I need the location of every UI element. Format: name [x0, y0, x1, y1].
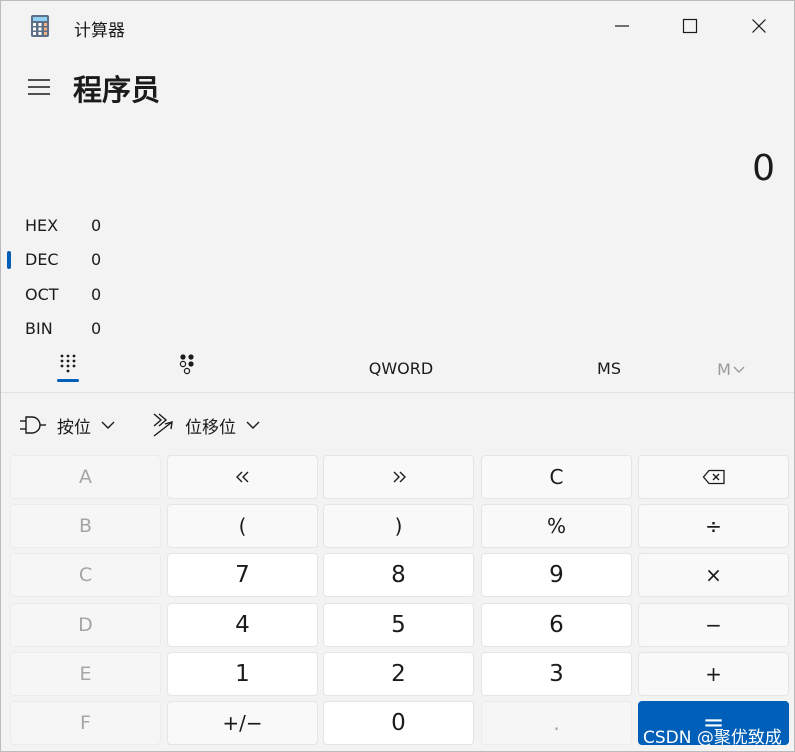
hex-a-key[interactable]: A — [10, 455, 161, 499]
hex-e-key[interactable]: E — [10, 652, 161, 696]
base-row-oct[interactable]: OCT 0 — [1, 280, 301, 310]
divide-key[interactable]: ÷ — [638, 504, 789, 548]
base-value: 0 — [91, 250, 102, 269]
minus-key[interactable]: − — [638, 603, 789, 647]
base-value: 0 — [91, 319, 102, 338]
watermark-text: CSDN @聚优致成 — [643, 728, 782, 748]
chevron-down-icon — [733, 366, 745, 373]
memory-list-button[interactable]: M — [701, 355, 761, 383]
bit-toggle-icon — [179, 354, 194, 375]
bit-shift-icon — [153, 413, 173, 437]
close-button[interactable] — [736, 7, 782, 45]
full-keypad-tab[interactable] — [51, 351, 85, 385]
left-paren-key[interactable]: ( — [167, 504, 318, 548]
one-key[interactable]: 1 — [167, 652, 318, 696]
close-icon — [752, 19, 766, 33]
decimal-key[interactable]: . — [481, 701, 632, 745]
active-tab-underline — [57, 379, 79, 382]
two-key[interactable]: 2 — [323, 652, 474, 696]
result-display: 0 — [752, 148, 775, 189]
left-shift-icon — [235, 471, 248, 483]
base-value: 0 — [91, 216, 102, 235]
hex-d-key[interactable]: D — [10, 603, 161, 647]
maximize-icon — [682, 18, 698, 34]
logic-gate-icon — [20, 416, 46, 434]
clear-key[interactable]: C — [481, 455, 632, 499]
word-size-button[interactable]: QWORD — [341, 355, 461, 383]
base-label: OCT — [25, 285, 59, 304]
chevron-down-icon — [101, 421, 115, 429]
calculator-app-icon — [31, 15, 49, 37]
maximize-button[interactable] — [667, 7, 713, 45]
base-row-hex[interactable]: HEX 0 — [1, 211, 301, 241]
negate-key[interactable]: +/− — [167, 701, 318, 745]
plus-key[interactable]: + — [638, 652, 789, 696]
bit-shift-label: 位移位 — [185, 417, 236, 438]
hamburger-icon — [28, 79, 50, 95]
memory-store-button[interactable]: MS — [581, 355, 637, 383]
navigation-menu-button[interactable] — [22, 71, 56, 103]
backspace-key[interactable] — [638, 455, 789, 499]
multiply-key[interactable]: × — [638, 553, 789, 597]
four-key[interactable]: 4 — [167, 603, 318, 647]
divider — [1, 392, 794, 393]
six-key[interactable]: 6 — [481, 603, 632, 647]
minimize-button[interactable] — [599, 7, 645, 45]
eight-key[interactable]: 8 — [323, 553, 474, 597]
seven-key[interactable]: 7 — [167, 553, 318, 597]
minimize-icon — [615, 25, 629, 27]
percent-key[interactable]: % — [481, 504, 632, 548]
hex-b-key[interactable]: B — [10, 504, 161, 548]
three-key[interactable]: 3 — [481, 652, 632, 696]
hex-f-key[interactable]: F — [10, 701, 161, 745]
base-row-dec[interactable]: DEC 0 — [1, 245, 301, 275]
keypad-icon — [60, 354, 76, 373]
zero-key[interactable]: 0 — [323, 701, 474, 745]
window-title: 计算器 — [74, 21, 125, 41]
base-label: DEC — [25, 250, 59, 269]
backspace-icon — [702, 469, 725, 485]
bitwise-label: 按位 — [57, 417, 91, 438]
calculator-window: 计算器 程序员 0 HEX 0 DEC 0 OCT 0 BIN 0 QWORD … — [0, 0, 795, 752]
base-value: 0 — [91, 285, 102, 304]
left-shift-key[interactable] — [167, 455, 318, 499]
right-paren-key[interactable]: ) — [323, 504, 474, 548]
base-label: HEX — [25, 216, 59, 235]
chevron-down-icon — [246, 421, 260, 429]
bit-toggling-keypad-tab[interactable] — [171, 351, 205, 385]
bit-shift-dropdown[interactable]: 位移位 — [151, 409, 260, 441]
nine-key[interactable]: 9 — [481, 553, 632, 597]
right-shift-icon — [393, 471, 406, 483]
bitwise-dropdown[interactable]: 按位 — [19, 409, 115, 441]
right-shift-key[interactable] — [323, 455, 474, 499]
hex-c-key[interactable]: C — [10, 553, 161, 597]
five-key[interactable]: 5 — [323, 603, 474, 647]
base-row-bin[interactable]: BIN 0 — [1, 314, 301, 344]
memory-list-label: M — [717, 359, 731, 379]
title-bar[interactable]: 计算器 — [1, 1, 794, 53]
mode-title: 程序员 — [73, 73, 161, 107]
base-label: BIN — [25, 319, 53, 338]
selected-indicator — [7, 251, 11, 269]
